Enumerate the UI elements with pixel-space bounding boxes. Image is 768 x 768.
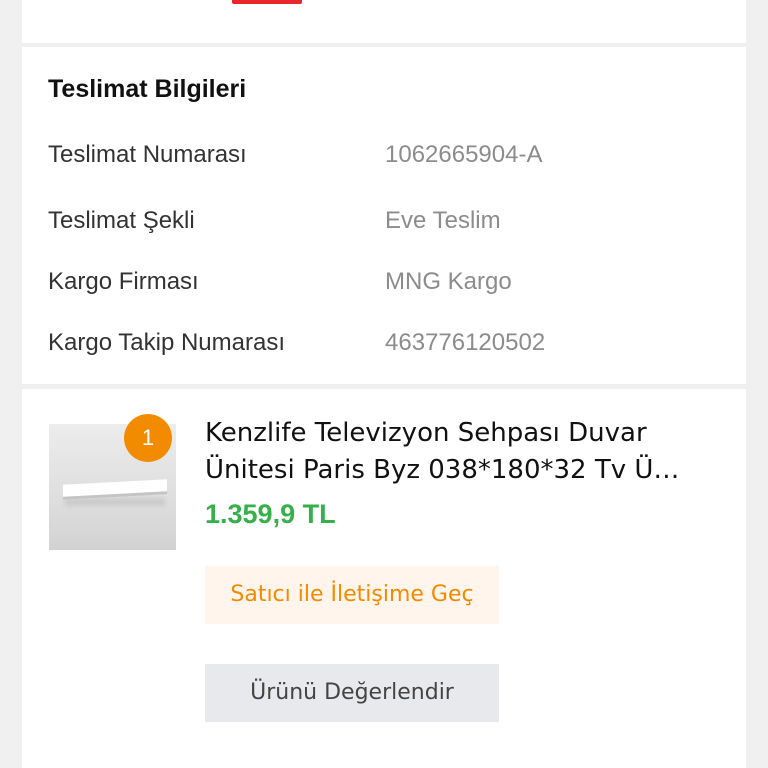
delivery-number-value: 1062665904-A bbox=[385, 141, 543, 168]
cargo-company-label: Kargo Firması bbox=[48, 268, 199, 295]
section-title: Teslimat Bilgileri bbox=[48, 75, 247, 103]
product-price: 1.359,9 TL bbox=[205, 499, 336, 529]
cargo-company-value: MNG Kargo bbox=[385, 268, 512, 295]
delivery-info-card: Teslimat Bilgileri Teslimat Numarası 106… bbox=[22, 47, 746, 384]
product-title[interactable]: Kenzlife Televizyon Sehpası Duvar Ünites… bbox=[205, 415, 725, 489]
review-product-button[interactable]: Ürünü Değerlendir bbox=[205, 664, 499, 722]
quantity-badge: 1 bbox=[124, 414, 172, 462]
shelf-shadow bbox=[65, 498, 165, 506]
tracking-number-label: Kargo Takip Numarası bbox=[48, 329, 285, 356]
delivery-method-value: Eve Teslim bbox=[385, 207, 501, 234]
previous-section-card bbox=[22, 0, 746, 43]
tv-stand-shape bbox=[63, 479, 167, 500]
tracking-number-value[interactable]: 463776120502 bbox=[385, 329, 545, 357]
status-tag bbox=[232, 0, 302, 4]
delivery-method-label: Teslimat Şekli bbox=[48, 207, 195, 234]
contact-seller-button[interactable]: Satıcı ile İletişime Geç bbox=[205, 566, 499, 624]
delivery-number-label: Teslimat Numarası bbox=[48, 141, 247, 168]
product-card: 1 Kenzlife Televizyon Sehpası Duvar Ünit… bbox=[22, 389, 746, 768]
